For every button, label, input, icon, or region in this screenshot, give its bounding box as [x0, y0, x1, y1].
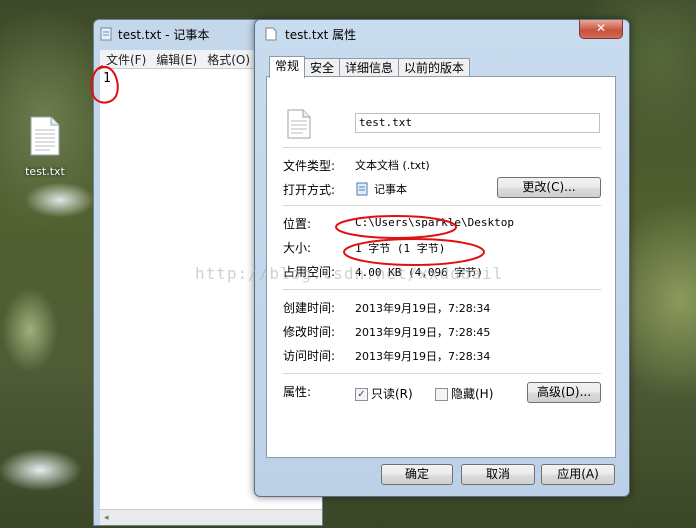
tab-general[interactable]: 常规 [269, 56, 306, 78]
annotation-circle-size [335, 215, 457, 239]
annotation-circle-disk [343, 238, 485, 266]
watermark-text: http://blog.csdn.net/xxdddail [195, 264, 504, 283]
